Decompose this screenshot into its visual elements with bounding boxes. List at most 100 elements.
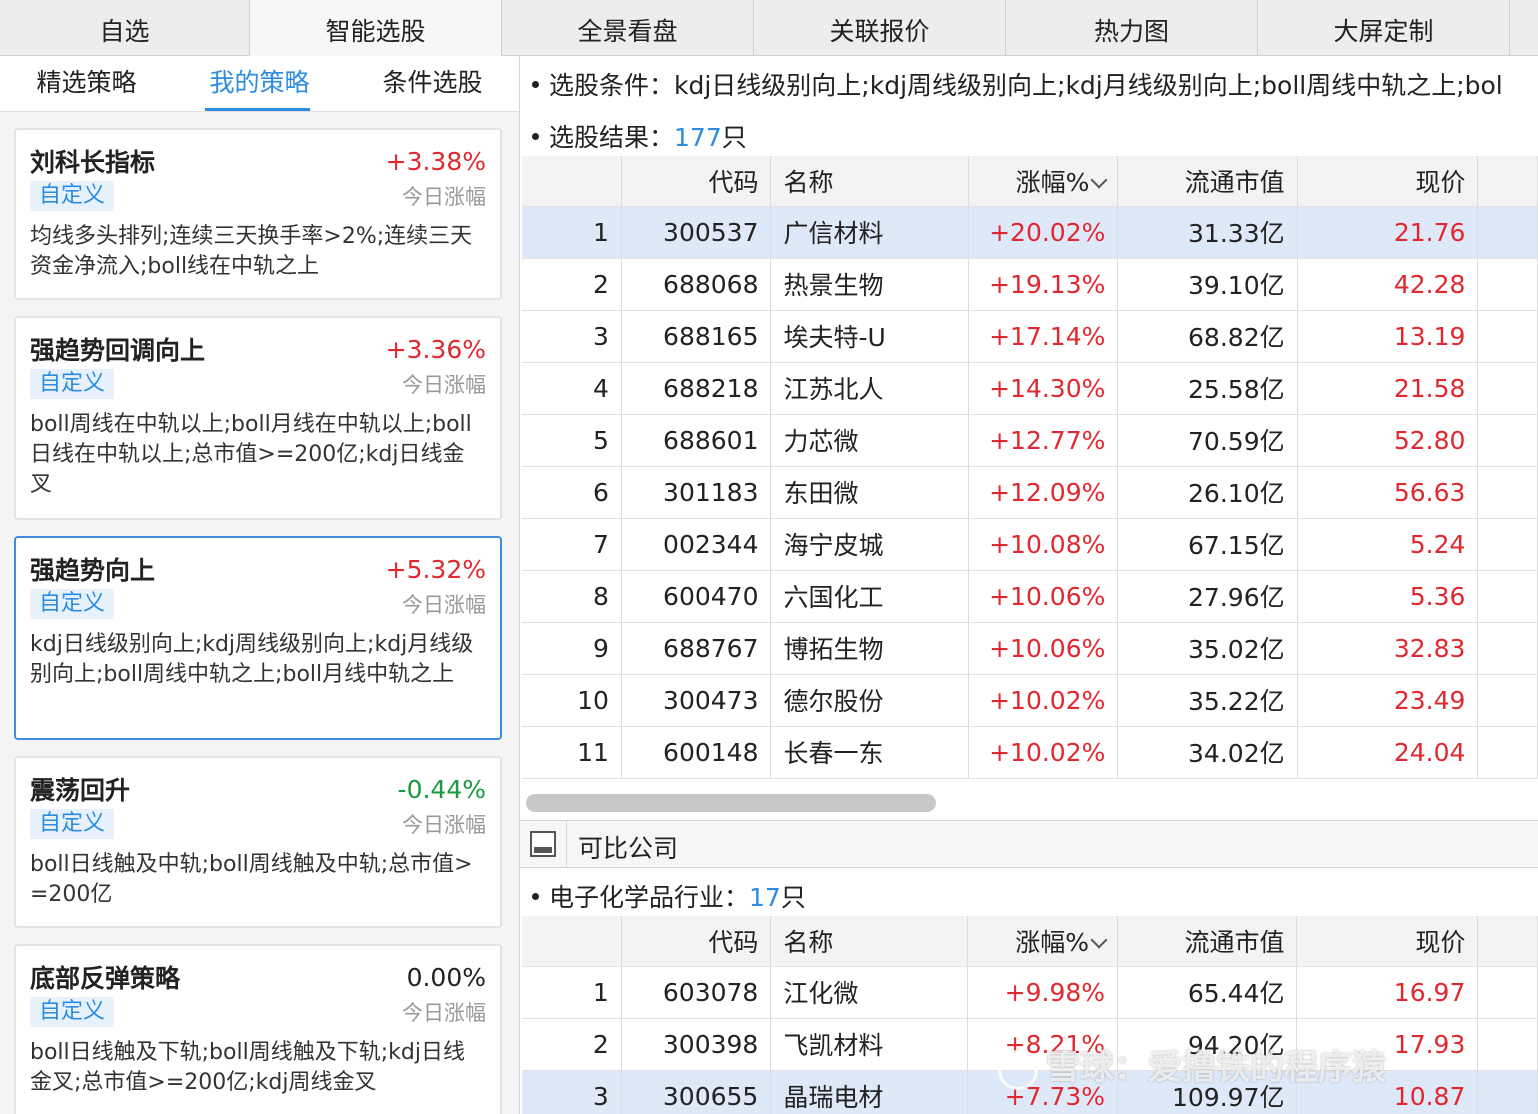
stock-price: 5.36 [1297,570,1479,623]
header-more [1477,916,1538,967]
stock-name: 江苏北人 [770,362,969,415]
stock-price: 5.24 [1297,518,1479,571]
tab-heatmap[interactable]: 热力图 [1006,0,1258,56]
stock-name: 海宁皮城 [770,518,969,571]
minimize-panel-icon[interactable] [530,831,556,857]
tab-related-quotes[interactable]: 关联报价 [754,0,1006,56]
stock-code: 600148 [621,726,772,779]
header-code[interactable]: 代码 [621,916,772,967]
stock-change: +14.30% [968,362,1119,415]
table-row[interactable]: 1 300537 广信材料 +20.02% 31.33亿 21.76 [522,206,1538,259]
stock-price: 21.58 [1297,362,1479,415]
strategy-description: kdj日线级别向上;kdj周线级别向上;kdj月线级别向上;boll周线中轨之上… [30,632,474,687]
stock-code: 600470 [621,570,772,623]
stock-code: 688601 [621,414,772,467]
table-row[interactable]: 11 600148 长春一东 +10.02% 34.02亿 24.04 [522,726,1538,779]
stock-cap: 65.44亿 [1117,966,1298,1019]
tab-panorama[interactable]: 全景看盘 [502,0,754,56]
header-more [1477,156,1538,207]
stock-code: 301183 [621,466,772,519]
strategy-change: +5.32% [385,554,486,584]
stock-code: 002344 [621,518,772,571]
result-label: 选股结果： [549,123,675,152]
strategy-name: 底部反弹策略 [30,964,181,993]
table-row[interactable]: 8 600470 六国化工 +10.06% 27.96亿 5.36 [522,570,1538,623]
stock-code: 688165 [621,310,772,363]
bullet-icon [532,892,539,900]
row-index: 11 [522,726,622,779]
header-cap[interactable]: 流通市值 [1117,156,1298,207]
table-row[interactable]: 3 688165 埃夫特-U +17.14% 68.82亿 13.19 [522,310,1538,363]
header-name[interactable]: 名称 [770,156,969,207]
stock-price: 56.63 [1297,466,1479,519]
results-table: 代码 名称 涨幅% 流通市值 现价 1 300537 广信材料 +20.02% 31.3… [522,156,1538,779]
custom-tag: 自定义 [30,181,115,211]
row-index: 4 [522,362,622,415]
header-name[interactable]: 名称 [770,916,969,967]
custom-tag: 自定义 [30,997,115,1027]
today-change-label: 今日涨幅 [402,1001,486,1025]
result-unit: 只 [721,123,747,152]
header-price[interactable]: 现价 [1297,156,1479,207]
stock-change: +10.06% [968,622,1119,675]
tab-watchlist[interactable]: 自选 [0,0,250,56]
subtab-my-strategies[interactable]: 我的策略 [173,56,346,111]
stock-cap: 31.33亿 [1117,206,1298,259]
header-change[interactable]: 涨幅% [967,916,1119,967]
header-cap[interactable]: 流通市值 [1117,916,1298,967]
header-change[interactable]: 涨幅% [968,156,1119,207]
header-price[interactable]: 现价 [1296,916,1479,967]
strategy-change: 0.00% [406,962,486,992]
more-cell [1477,570,1538,623]
table-row[interactable]: 1 603078 江化微 +9.98% 65.44亿 16.97 [522,966,1538,1019]
more-cell [1477,258,1538,311]
strategy-card[interactable]: 震荡回升 -0.44% 自定义 今日涨幅 boll日线触及中轨;boll周线触及… [14,756,502,928]
stock-code: 688068 [621,258,772,311]
header-change-label: 涨幅% [1015,927,1090,957]
custom-tag: 自定义 [30,369,115,399]
table-row[interactable]: 10 300473 德尔股份 +10.02% 35.22亿 23.49 [522,674,1538,727]
strategy-card[interactable]: 刘科长指标 +3.38% 自定义 今日涨幅 均线多头排列;连续三天换手率>2%;… [14,128,502,300]
table-row[interactable]: 4 688218 江苏北人 +14.30% 25.58亿 21.58 [522,362,1538,415]
stock-cap: 35.02亿 [1117,622,1298,675]
stock-cap: 68.82亿 [1117,310,1298,363]
result-count: 177 [674,123,722,152]
more-cell [1477,414,1538,467]
today-change-label: 今日涨幅 [402,185,486,209]
industry-line: 电子化学品行业：17只 [532,878,806,914]
stock-name: 广信材料 [770,206,969,259]
stock-code: 688767 [621,622,772,675]
today-change-label: 今日涨幅 [402,813,486,837]
strategy-name: 震荡回升 [30,776,131,805]
row-index: 2 [522,1018,622,1071]
horizontal-scrollbar[interactable] [526,794,936,812]
table-row[interactable]: 9 688767 博拓生物 +10.06% 35.02亿 32.83 [522,622,1538,675]
today-change-label: 今日涨幅 [402,593,486,617]
condition-value: kdj日线级别向上;kdj周线级别向上;kdj月线级别向上;boll周线中轨之上… [674,71,1503,100]
strategy-card-selected[interactable]: 强趋势向上 +5.32% 自定义 今日涨幅 kdj日线级别向上;kdj周线级别向… [14,536,502,740]
subtab-condition-picker[interactable]: 条件选股 [346,56,519,111]
table-row[interactable]: 6 301183 东田微 +12.09% 26.10亿 56.63 [522,466,1538,519]
strategy-description: 均线多头排列;连续三天换手率>2%;连续三天资金净流入;boll线在中轨之上 [30,224,473,279]
table-row[interactable]: 2 688068 热景生物 +19.13% 39.10亿 42.28 [522,258,1538,311]
strategy-name: 强趋势向上 [30,556,156,585]
more-cell [1477,362,1538,415]
strategy-card[interactable]: 强趋势回调向上 +3.36% 自定义 今日涨幅 boll周线在中轨以上;boll… [14,316,502,520]
table-row[interactable]: 7 002344 海宁皮城 +10.08% 67.15亿 5.24 [522,518,1538,571]
row-index: 6 [522,466,622,519]
strategy-change: +3.38% [385,146,486,176]
table-row[interactable]: 5 688601 力芯微 +12.77% 70.59亿 52.80 [522,414,1538,467]
tab-big-screen[interactable]: 大屏定制 [1258,0,1510,56]
header-code[interactable]: 代码 [621,156,772,207]
stock-change: +12.77% [968,414,1119,467]
chevron-down-icon [1090,931,1108,949]
row-index: 3 [522,310,622,363]
strategy-description: boll日线触及下轨;boll周线触及下轨;kdj日线金叉;总市值>=200亿;… [30,1040,465,1095]
subtab-featured[interactable]: 精选策略 [0,56,173,111]
stock-cap: 26.10亿 [1117,466,1298,519]
row-index: 9 [522,622,622,675]
stock-price: 32.83 [1297,622,1479,675]
tab-smart-picker[interactable]: 智能选股 [250,0,502,56]
stock-name: 飞凯材料 [770,1018,969,1071]
strategy-card[interactable]: 底部反弹策略 0.00% 自定义 今日涨幅 boll日线触及下轨;boll周线触… [14,944,502,1114]
